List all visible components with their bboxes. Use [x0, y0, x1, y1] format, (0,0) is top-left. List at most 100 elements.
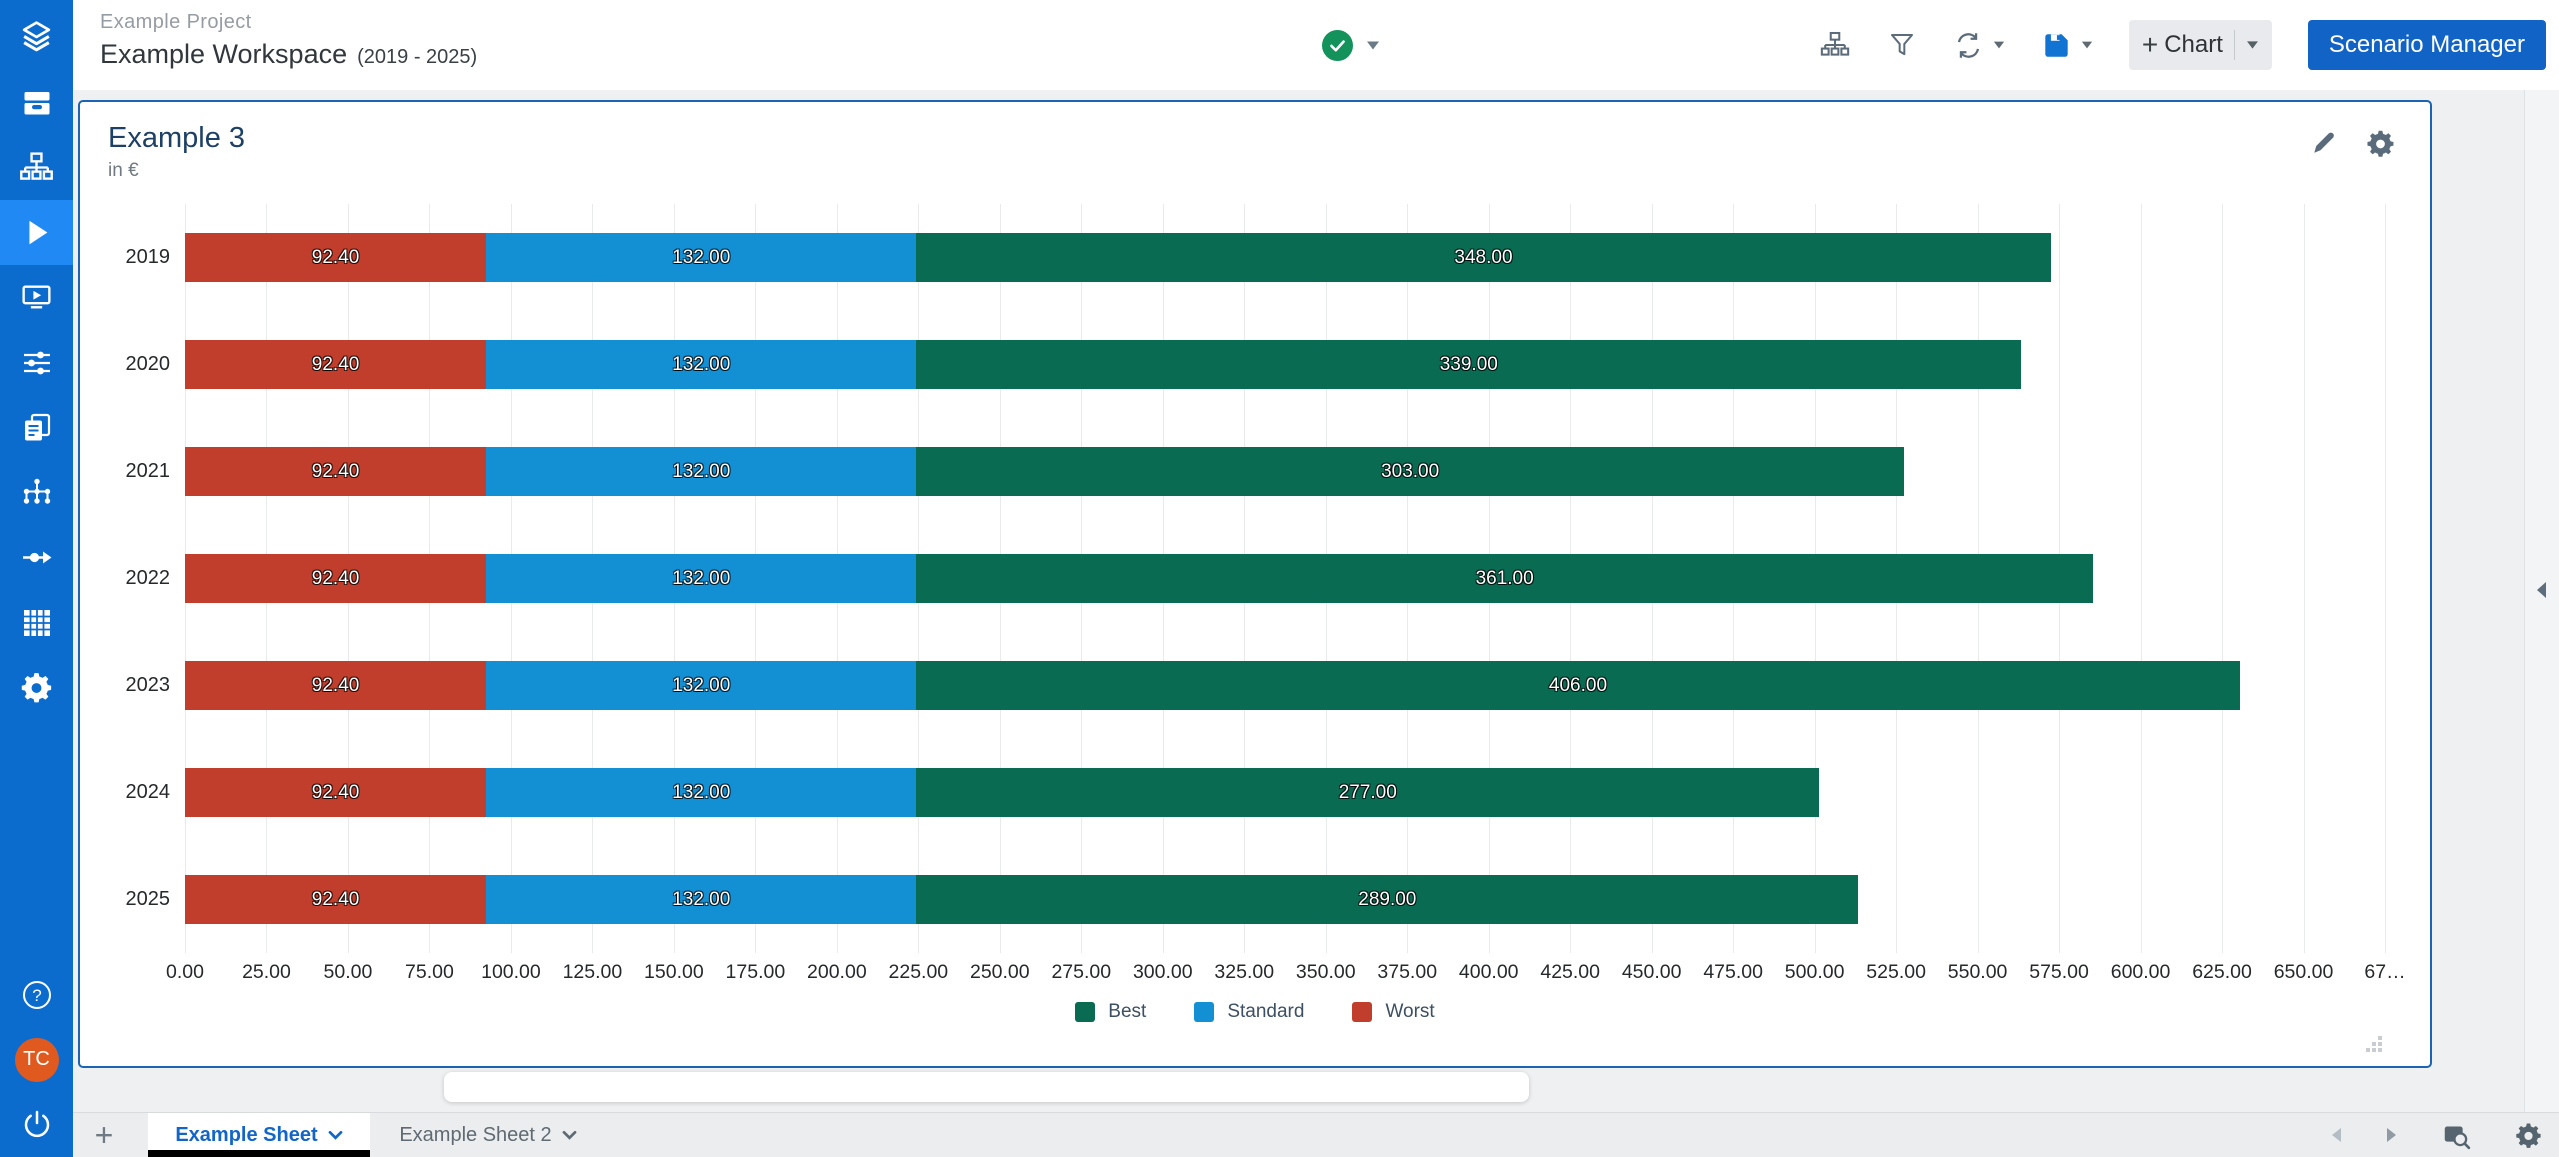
- bar-segment-best[interactable]: 361.00: [916, 554, 2093, 603]
- sidebar-item-help[interactable]: ?: [0, 962, 73, 1027]
- edit-pencil-icon[interactable]: [2309, 128, 2339, 159]
- app-logo[interactable]: [0, 5, 73, 70]
- search-sheet-icon[interactable]: [2440, 1119, 2474, 1151]
- bar-value-label: 92.40: [312, 354, 360, 376]
- caret-down-icon: [1366, 40, 1380, 51]
- bar-value-label: 348.00: [1454, 247, 1512, 269]
- x-tick-label: 200.00: [807, 961, 867, 984]
- bar-segment-worst[interactable]: 92.40: [185, 340, 486, 389]
- x-tick-label: 350.00: [1296, 961, 1356, 984]
- bar-segment-best[interactable]: 339.00: [916, 340, 2021, 389]
- hierarchy-button[interactable]: [1819, 29, 1851, 61]
- bar-segment-standard[interactable]: 132.00: [486, 233, 916, 282]
- sitemap-icon: [18, 149, 55, 186]
- add-chart-label: Chart: [2164, 31, 2223, 59]
- bar-segment-worst[interactable]: 92.40: [185, 554, 486, 603]
- sidebar-item-model[interactable]: [0, 460, 73, 525]
- chart-settings-gear-icon[interactable]: [2365, 128, 2396, 159]
- bar-segment-standard[interactable]: 132.00: [486, 768, 916, 817]
- bar-segment-standard[interactable]: 132.00: [486, 447, 916, 496]
- y-category-label: 2021: [108, 460, 170, 483]
- x-tick-label: 375.00: [1377, 961, 1437, 984]
- main-area: Example Project Example Workspace (2019 …: [73, 0, 2559, 1157]
- bar-segment-standard[interactable]: 132.00: [486, 875, 916, 924]
- stacked-bar: 92.40132.00303.00: [185, 447, 1904, 496]
- bar-segment-worst[interactable]: 92.40: [185, 875, 486, 924]
- bar-segment-best[interactable]: 303.00: [916, 447, 1904, 496]
- bar-segment-best[interactable]: 406.00: [916, 661, 2239, 710]
- bar-value-label: 132.00: [672, 568, 730, 590]
- bar-segment-standard[interactable]: 132.00: [486, 661, 916, 710]
- sidebar-item-presentation[interactable]: [0, 265, 73, 330]
- refresh-dropdown[interactable]: [1953, 30, 2005, 61]
- sidebar-item-logout[interactable]: [0, 1092, 73, 1157]
- tab-example-sheet-2[interactable]: Example Sheet 2: [383, 1113, 593, 1157]
- caret-down-icon[interactable]: [2246, 40, 2259, 50]
- prev-sheet-arrow-icon[interactable]: [2328, 1126, 2344, 1144]
- legend-item-standard[interactable]: Standard: [1194, 1001, 1304, 1023]
- monitor-play-icon: [18, 279, 55, 316]
- x-tick-label: 67…: [2364, 961, 2405, 984]
- bar-segment-best[interactable]: 348.00: [916, 233, 2050, 282]
- add-sheet-button[interactable]: +: [87, 1113, 121, 1157]
- bar-segment-standard[interactable]: 132.00: [486, 340, 916, 389]
- x-tick-label: 325.00: [1214, 961, 1274, 984]
- power-icon: [19, 1107, 55, 1143]
- bar-segment-worst[interactable]: 92.40: [185, 447, 486, 496]
- sidebar-item-settings[interactable]: [0, 655, 73, 720]
- collapse-panel-arrow-icon[interactable]: [2537, 582, 2546, 598]
- chart-legend: Best Standard Worst: [108, 1001, 2402, 1023]
- bar-value-label: 339.00: [1440, 354, 1498, 376]
- x-tick-label: 575.00: [2029, 961, 2089, 984]
- sidebar-item-account[interactable]: TC: [0, 1027, 73, 1092]
- chart-title: Example 3: [108, 122, 2402, 155]
- sidebar-item-archive[interactable]: [0, 70, 73, 135]
- y-category-label: 2020: [108, 353, 170, 376]
- x-tick-label: 75.00: [405, 961, 454, 984]
- save-dropdown[interactable]: [2041, 30, 2093, 61]
- add-chart-button[interactable]: + Chart: [2129, 20, 2272, 70]
- bar-segment-worst[interactable]: 92.40: [185, 768, 486, 817]
- sidebar-item-reports[interactable]: [0, 395, 73, 460]
- active-tab-indicator: [148, 1150, 370, 1157]
- sidebar-item-drivers[interactable]: [0, 525, 73, 590]
- legend-item-worst[interactable]: Worst: [1352, 1001, 1434, 1023]
- bar-value-label: 92.40: [312, 247, 360, 269]
- bar-value-label: 132.00: [672, 782, 730, 804]
- sidebar-item-structure[interactable]: [0, 135, 73, 200]
- stacked-bar: 92.40 132.00 361.00: [185, 554, 2093, 603]
- x-tick-label: 500.00: [1785, 961, 1845, 984]
- sidebar: ? TC: [0, 0, 73, 1157]
- x-tick-label: 400.00: [1459, 961, 1519, 984]
- x-tick-label: 50.00: [324, 961, 373, 984]
- sheet-settings-gear-icon[interactable]: [2514, 1121, 2543, 1150]
- filter-button[interactable]: [1887, 30, 1917, 60]
- bar-row: 202392.40132.00406.00: [185, 632, 2385, 739]
- avatar: TC: [15, 1038, 59, 1082]
- bar-segment-best[interactable]: 277.00: [916, 768, 1819, 817]
- tab-label: Example Sheet 2: [399, 1124, 551, 1147]
- bar-value-label: 406.00: [1549, 675, 1607, 697]
- bar-segment-standard[interactable]: 132.00: [486, 554, 916, 603]
- bar-segment-worst[interactable]: 92.40: [185, 661, 486, 710]
- sidebar-item-simulation[interactable]: [0, 200, 73, 265]
- status-dropdown[interactable]: [1322, 0, 1380, 90]
- scenario-manager-button[interactable]: Scenario Manager: [2308, 20, 2546, 70]
- bar-row: 202192.40132.00303.00: [185, 418, 2385, 525]
- sidebar-item-data[interactable]: [0, 590, 73, 655]
- button-divider: [2234, 30, 2235, 60]
- legend-item-best[interactable]: Best: [1075, 1001, 1146, 1023]
- bar-segment-best[interactable]: 289.00: [916, 875, 1858, 924]
- bar-value-label: 132.00: [672, 354, 730, 376]
- sitemap-icon: [1819, 29, 1851, 61]
- bar-value-label: 361.00: [1476, 568, 1534, 590]
- bar-segment-worst[interactable]: 92.40: [185, 233, 486, 282]
- tab-label: Example Sheet: [175, 1124, 317, 1147]
- card-resize-handle[interactable]: [2366, 1036, 2384, 1054]
- x-tick-label: 450.00: [1622, 961, 1682, 984]
- sidebar-item-parameters[interactable]: [0, 330, 73, 395]
- next-sheet-arrow-icon[interactable]: [2384, 1126, 2400, 1144]
- horizontal-scrollbar-thumb[interactable]: [444, 1072, 1529, 1102]
- caret-down-icon: [1993, 40, 2005, 50]
- bar-rows-layer: 201992.40132.00348.00202092.40132.00339.…: [185, 204, 2385, 953]
